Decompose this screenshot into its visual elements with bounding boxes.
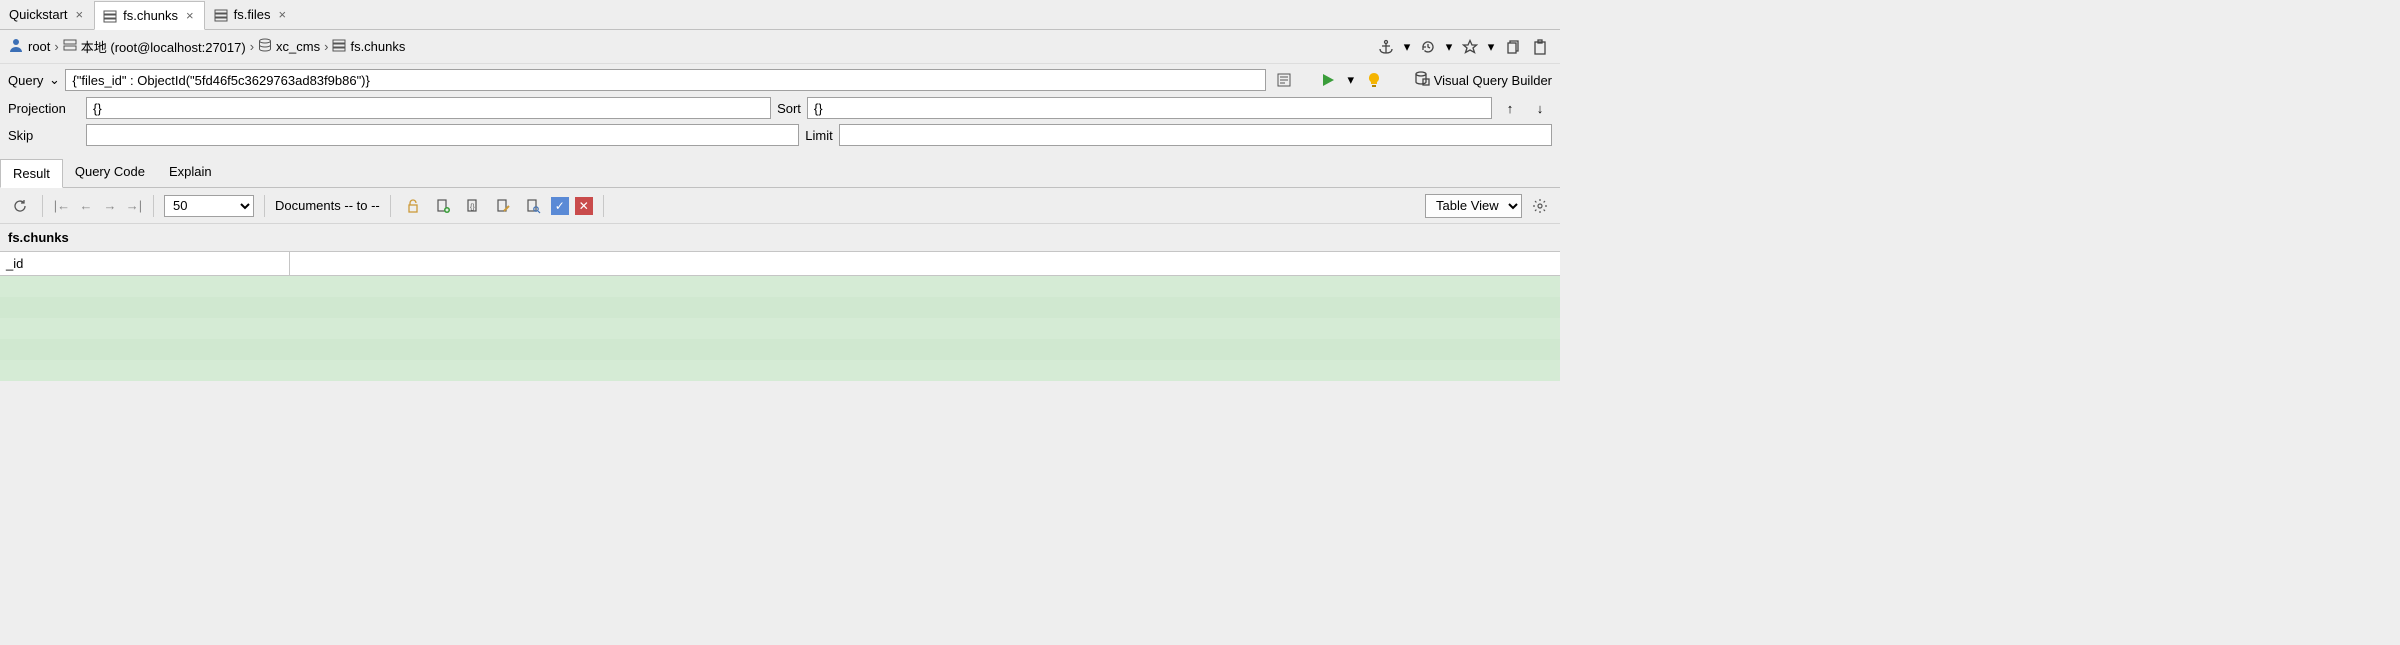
collection-icon <box>332 38 346 55</box>
query-label: Query <box>8 73 43 88</box>
tab-label: Query Code <box>75 164 145 179</box>
tab-fs-files[interactable]: fs.files × <box>205 0 297 29</box>
view-mode-select[interactable]: Table View <box>1425 194 1522 218</box>
column-header-empty[interactable] <box>290 252 1560 275</box>
sort-input[interactable] <box>807 97 1492 119</box>
tab-fs-chunks[interactable]: fs.chunks × <box>94 1 205 30</box>
star-icon[interactable] <box>1458 35 1482 59</box>
gear-icon[interactable] <box>1528 194 1552 218</box>
edit-document-icon[interactable] <box>491 194 515 218</box>
update-icon[interactable]: ✓ <box>551 197 569 215</box>
tab-label: fs.files <box>234 7 271 22</box>
breadcrumb-connection[interactable]: 本地 (root@localhost:27017) <box>63 37 246 56</box>
anchor-icon[interactable] <box>1374 35 1398 59</box>
breadcrumb-root[interactable]: root <box>8 37 50 56</box>
breadcrumb-label: xc_cms <box>276 39 320 54</box>
table-body <box>0 276 1560 381</box>
refresh-icon[interactable] <box>8 194 32 218</box>
limit-input[interactable] <box>839 124 1552 146</box>
results-table: _id <box>0 252 1560 381</box>
close-icon[interactable]: × <box>276 7 288 22</box>
visual-query-builder-button[interactable]: Visual Query Builder <box>1414 71 1552 90</box>
database-icon <box>258 38 272 55</box>
chevron-down-icon[interactable]: ▾ <box>1346 72 1356 88</box>
close-icon[interactable]: × <box>74 7 86 22</box>
copy-icon[interactable] <box>1500 35 1524 59</box>
table-row[interactable] <box>0 297 1560 318</box>
chevron-down-icon[interactable]: ▾ <box>1402 39 1412 55</box>
skip-label: Skip <box>8 128 80 143</box>
query-options-icon[interactable] <box>1272 68 1296 92</box>
collection-icon <box>214 8 228 22</box>
result-tabs: Result Query Code Explain <box>0 158 1560 188</box>
first-page-icon[interactable]: |← <box>53 198 71 213</box>
view-document-icon[interactable]: {} <box>461 194 485 218</box>
table-row[interactable] <box>0 276 1560 297</box>
tab-explain[interactable]: Explain <box>157 158 224 187</box>
breadcrumb-label: root <box>28 39 50 54</box>
tab-label: Result <box>13 166 50 181</box>
next-page-icon[interactable]: → <box>101 198 119 213</box>
table-row[interactable] <box>0 339 1560 360</box>
tab-quickstart[interactable]: Quickstart × <box>0 0 94 29</box>
chevron-down-icon[interactable]: ⌄ <box>49 72 59 88</box>
user-icon <box>8 37 24 56</box>
column-header-id[interactable]: _id <box>0 252 290 275</box>
prev-page-icon[interactable]: ← <box>77 198 95 213</box>
sort-label: Sort <box>777 101 801 116</box>
lock-icon[interactable] <box>401 194 425 218</box>
database-icon <box>1414 71 1430 90</box>
skip-input[interactable] <box>86 124 799 146</box>
tab-label: fs.chunks <box>123 8 178 23</box>
history-icon[interactable] <box>1416 35 1440 59</box>
last-page-icon[interactable]: →| <box>125 198 143 213</box>
breadcrumb-collection[interactable]: fs.chunks <box>332 38 405 55</box>
delete-icon[interactable]: ✕ <box>575 197 593 215</box>
query-form: Query ⌄ ▾ Visual Query Builder Projectio… <box>0 64 1560 158</box>
server-icon <box>63 38 77 55</box>
limit-label: Limit <box>805 128 832 143</box>
query-input[interactable] <box>65 69 1265 91</box>
tab-result[interactable]: Result <box>0 159 63 188</box>
vqb-label: Visual Query Builder <box>1434 73 1552 88</box>
results-collection-label: fs.chunks <box>0 224 1560 252</box>
chevron-down-icon[interactable]: ▾ <box>1444 39 1454 55</box>
results-toolbar: |← ← → →| 50 Documents -- to -- {} ✓ ✕ T… <box>0 188 1560 224</box>
table-row[interactable] <box>0 318 1560 339</box>
breadcrumb-label: fs.chunks <box>350 39 405 54</box>
breadcrumb-bar: root › 本地 (root@localhost:27017) › xc_cm… <box>0 30 1560 64</box>
table-row[interactable] <box>0 360 1560 381</box>
chevron-right-icon: › <box>324 39 328 54</box>
add-document-icon[interactable] <box>431 194 455 218</box>
breadcrumb-label: 本地 (root@localhost:27017) <box>81 37 246 56</box>
collection-icon <box>103 9 117 23</box>
documents-range-label: Documents -- to -- <box>275 198 380 213</box>
chevron-right-icon: › <box>54 39 58 54</box>
tab-query-code[interactable]: Query Code <box>63 158 157 187</box>
editor-tabs: Quickstart × fs.chunks × fs.files × <box>0 0 1560 30</box>
table-header: _id <box>0 252 1560 276</box>
chevron-right-icon: › <box>250 39 254 54</box>
sort-asc-icon[interactable]: ↑ <box>1498 96 1522 120</box>
projection-label: Projection <box>8 101 80 116</box>
paste-icon[interactable] <box>1528 35 1552 59</box>
run-button[interactable] <box>1316 68 1340 92</box>
search-document-icon[interactable] <box>521 194 545 218</box>
tab-label: Explain <box>169 164 212 179</box>
projection-input[interactable] <box>86 97 771 119</box>
chevron-down-icon[interactable]: ▾ <box>1486 39 1496 55</box>
sort-desc-icon[interactable]: ↓ <box>1528 96 1552 120</box>
page-size-select[interactable]: 50 <box>164 195 254 217</box>
tab-label: Quickstart <box>9 7 68 22</box>
close-icon[interactable]: × <box>184 8 196 23</box>
breadcrumb-database[interactable]: xc_cms <box>258 38 320 55</box>
svg-text:{}: {} <box>470 204 475 211</box>
hint-icon[interactable] <box>1362 68 1386 92</box>
